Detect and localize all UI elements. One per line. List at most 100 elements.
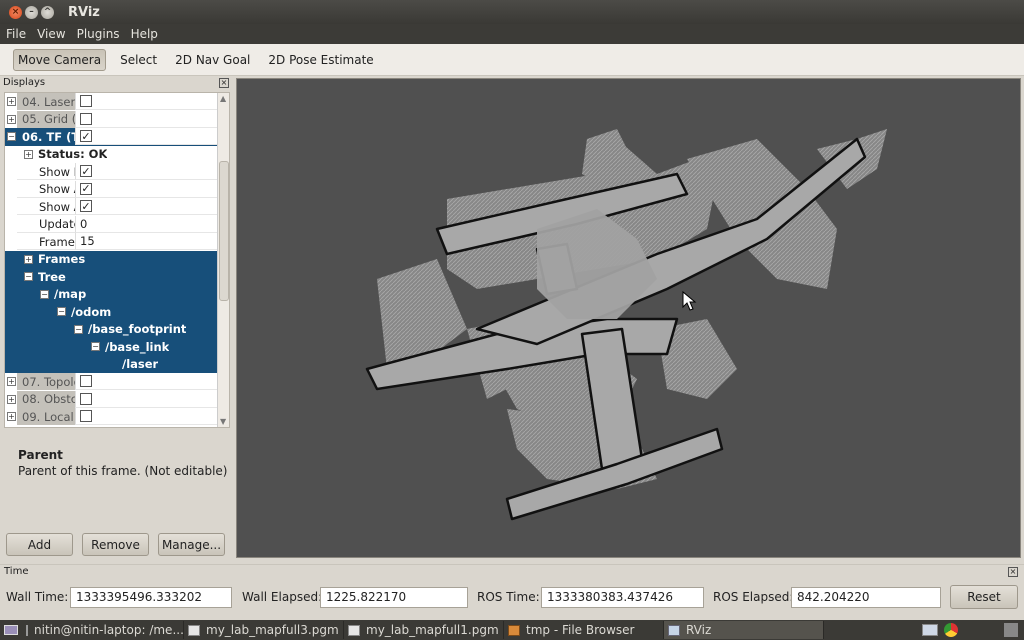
collapse-icon[interactable]: −	[74, 324, 83, 334]
expand-icon[interactable]: +	[24, 149, 33, 159]
displays-panel-header: Displays ×	[0, 76, 232, 90]
wall-elapsed-field[interactable]: 1225.822170	[320, 587, 468, 608]
display-laser[interactable]: + 04. Laser	[5, 93, 217, 111]
task-terminal[interactable]: nitin@nitin-laptop: /me...	[22, 621, 184, 639]
wall-elapsed-label: Wall Elapsed:	[242, 590, 323, 604]
folder-icon	[508, 624, 520, 636]
display-tf[interactable]: − 06. TF (T ✓	[5, 128, 217, 146]
taskbar: nitin@nitin-laptop: /me... my_lab_mapful…	[0, 620, 1024, 640]
display-grid[interactable]: + 05. Grid (G	[5, 110, 217, 129]
close-window-button[interactable]: ×	[9, 5, 22, 19]
image-icon	[188, 624, 200, 636]
add-display-button[interactable]: Add	[6, 533, 73, 556]
tf-status[interactable]: + Status: OK	[5, 146, 217, 164]
ros-elapsed-field[interactable]: 842.204220	[791, 587, 941, 608]
title-bar: × – ^ RViz	[0, 0, 1024, 24]
description-title: Parent	[18, 448, 63, 462]
tree-node-base-footprint[interactable]: − /base_footprint	[5, 320, 217, 338]
expand-icon[interactable]: +	[7, 114, 16, 124]
task-mapfull3[interactable]: my_lab_mapfull3.pgm	[184, 621, 344, 639]
tree-node-base-link[interactable]: − /base_link	[5, 338, 217, 356]
tf-frames[interactable]: + Frames	[5, 250, 217, 268]
chrome-icon[interactable]	[944, 623, 958, 637]
expand-icon[interactable]: +	[7, 412, 16, 422]
time-panel-header: Time ×	[0, 564, 1024, 578]
enable-checkbox[interactable]	[80, 392, 92, 405]
minimize-window-button[interactable]: –	[25, 5, 38, 19]
terminal-icon	[26, 624, 28, 636]
expand-icon[interactable]: +	[7, 377, 16, 387]
tool-bar: Move Camera Select 2D Nav Goal 2D Pose E…	[0, 44, 1024, 76]
menu-view[interactable]: View	[37, 27, 65, 41]
tf-frame-timeout[interactable]: Frame 15	[5, 233, 217, 251]
show-desktop-icon[interactable]	[0, 621, 22, 639]
manage-displays-button[interactable]: Manage...	[158, 533, 225, 556]
tree-node-laser[interactable]: /laser	[5, 355, 217, 373]
expand-icon[interactable]: +	[24, 254, 33, 264]
image-icon	[348, 624, 360, 636]
collapse-icon[interactable]: −	[24, 272, 33, 282]
collapse-icon[interactable]: −	[7, 132, 16, 142]
ros-time-field[interactable]: 1333380383.437426	[541, 587, 704, 608]
scroll-up-icon[interactable]: ▲	[220, 94, 226, 103]
tf-tree[interactable]: − Tree	[5, 268, 217, 286]
select-tool[interactable]: Select	[116, 51, 161, 69]
scroll-thumb[interactable]	[219, 161, 229, 301]
enable-checkbox[interactable]	[80, 95, 92, 108]
task-file-browser[interactable]: tmp - File Browser	[504, 621, 664, 639]
display-local[interactable]: + 09. Local (	[5, 408, 217, 426]
displays-tree: + 04. Laser + 05. Grid (G − 06. TF (T ✓ …	[4, 92, 230, 428]
menu-file[interactable]: File	[6, 27, 26, 41]
maximize-window-button[interactable]: ^	[41, 5, 54, 19]
expand-icon[interactable]: +	[7, 394, 16, 404]
frame-timeout-value[interactable]: 15	[75, 233, 217, 251]
window-title: RViz	[68, 4, 100, 20]
enable-checkbox[interactable]	[80, 410, 92, 423]
move-camera-tool[interactable]: Move Camera	[13, 48, 107, 71]
trash-icon[interactable]	[1004, 623, 1018, 637]
reset-time-button[interactable]: Reset	[950, 585, 1018, 609]
mouse-cursor-icon	[682, 290, 697, 311]
displays-panel-title: Displays	[3, 77, 46, 88]
wall-time-field[interactable]: 1333395496.333202	[70, 587, 232, 608]
close-panel-icon[interactable]: ×	[1008, 567, 1018, 577]
time-panel-title: Time	[4, 566, 29, 577]
ros-elapsed-label: ROS Elapsed:	[713, 590, 794, 604]
wall-time-label: Wall Time:	[6, 590, 69, 604]
collapse-icon[interactable]: −	[91, 342, 100, 352]
displays-scrollbar[interactable]: ▲ ▼	[217, 93, 229, 427]
tf-update-interval[interactable]: Update 0	[5, 215, 217, 234]
render-view[interactable]	[236, 78, 1021, 558]
remove-display-button[interactable]: Remove	[82, 533, 149, 556]
menu-bar: File View Plugins Help	[0, 24, 1024, 44]
property-description: Parent Parent of this frame. (Not editab…	[4, 432, 230, 524]
pose-estimate-tool[interactable]: 2D Pose Estimate	[264, 51, 377, 69]
task-mapfull1[interactable]: my_lab_mapfull1.pgm	[344, 621, 504, 639]
update-interval-value[interactable]: 0	[75, 215, 217, 233]
display-obstacles[interactable]: + 08. Obstca	[5, 390, 217, 409]
tf-show-names[interactable]: Show N ✓	[5, 163, 217, 181]
task-rviz[interactable]: RViz	[664, 621, 824, 639]
window-list-icon[interactable]	[922, 624, 938, 636]
tf-show-arrows[interactable]: Show A ✓	[5, 198, 217, 216]
enable-checkbox[interactable]: ✓	[80, 130, 92, 143]
show-arrows-checkbox[interactable]: ✓	[80, 200, 92, 213]
show-axes-checkbox[interactable]: ✓	[80, 182, 92, 195]
close-panel-icon[interactable]: ×	[219, 78, 229, 88]
display-topological[interactable]: + 07. Topolo	[5, 373, 217, 391]
enable-checkbox[interactable]	[80, 112, 92, 125]
expand-icon[interactable]: +	[7, 97, 16, 107]
enable-checkbox[interactable]	[80, 375, 92, 388]
nav-goal-tool[interactable]: 2D Nav Goal	[171, 51, 254, 69]
scroll-down-icon[interactable]: ▼	[220, 417, 226, 426]
rviz-icon	[668, 624, 680, 636]
collapse-icon[interactable]: −	[57, 307, 66, 317]
occupancy-map	[365, 129, 887, 521]
show-names-checkbox[interactable]: ✓	[80, 165, 92, 178]
tree-node-map[interactable]: − /map	[5, 285, 217, 303]
tree-node-odom[interactable]: − /odom	[5, 303, 217, 321]
collapse-icon[interactable]: −	[40, 289, 49, 299]
tf-show-axes[interactable]: Show A ✓	[5, 180, 217, 199]
menu-help[interactable]: Help	[131, 27, 158, 41]
menu-plugins[interactable]: Plugins	[77, 27, 120, 41]
